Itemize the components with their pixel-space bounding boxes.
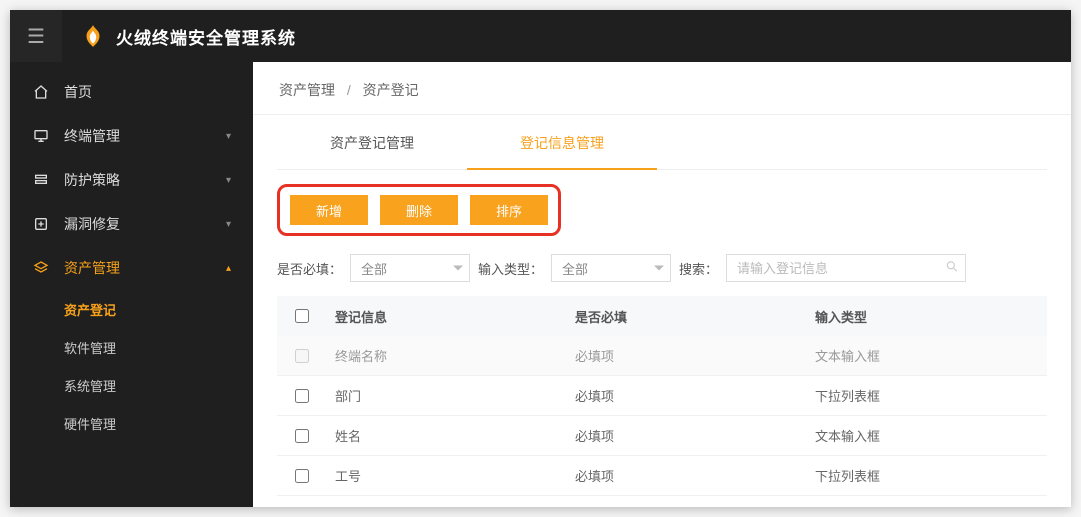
tab-register-info-manage[interactable]: 登记信息管理	[467, 115, 657, 169]
breadcrumb: 资产管理 / 资产登记	[253, 62, 1071, 115]
sidebar-item-patch[interactable]: 漏洞修复 ▾	[10, 202, 253, 246]
cell-info: 姓名	[327, 426, 567, 445]
tab-asset-register-manage[interactable]: 资产登记管理	[277, 115, 467, 169]
breadcrumb-segment: 资产登记	[363, 82, 419, 98]
table-header: 登记信息 是否必填 输入类型	[277, 296, 1047, 336]
sidebar-item-asset[interactable]: 资产管理 ▴	[10, 246, 253, 290]
home-icon	[32, 83, 50, 101]
sidebar-sub-hardware[interactable]: 硬件管理	[10, 404, 253, 442]
select-value: 全部	[361, 259, 387, 278]
table: 登记信息 是否必填 输入类型 终端名称 必填项 文本输入框 部门 必填项	[277, 296, 1047, 496]
filter-required-label: 是否必填：	[277, 259, 342, 278]
table-row: 部门 必填项 下拉列表框	[277, 376, 1047, 416]
tab-label: 登记信息管理	[520, 135, 604, 151]
menu-toggle-button[interactable]: ☰	[10, 10, 62, 62]
cell-required: 必填项	[567, 346, 807, 365]
filter-search-label: 搜索：	[679, 259, 718, 278]
sidebar-sub-software[interactable]: 软件管理	[10, 328, 253, 366]
breadcrumb-segment[interactable]: 资产管理	[279, 82, 335, 98]
sidebar-item-terminal[interactable]: 终端管理 ▾	[10, 114, 253, 158]
sidebar-sub-label: 硬件管理	[64, 414, 116, 433]
hamburger-icon: ☰	[27, 24, 45, 49]
sidebar-item-protection[interactable]: 防护策略 ▾	[10, 158, 253, 202]
sidebar-sub-label: 资产登记	[64, 300, 116, 319]
cell-type: 文本输入框	[807, 426, 1047, 445]
app-window: ☰ 火绒终端安全管理系统 首页	[10, 10, 1071, 507]
cell-info: 部门	[327, 386, 567, 405]
cell-required: 必填项	[567, 466, 807, 485]
cell-info: 终端名称	[327, 346, 567, 365]
cell-required: 必填项	[567, 386, 807, 405]
add-button[interactable]: 新增	[290, 195, 368, 225]
sort-button[interactable]: 排序	[470, 195, 548, 225]
table-row: 终端名称 必填项 文本输入框	[277, 336, 1047, 376]
filter-required-select[interactable]: 全部	[350, 254, 470, 282]
cell-type: 下拉列表框	[807, 466, 1047, 485]
sidebar-sub-label: 软件管理	[64, 338, 116, 357]
app-title: 火绒终端安全管理系统	[116, 24, 296, 49]
row-checkbox[interactable]	[295, 469, 309, 483]
table-row: 姓名 必填项 文本输入框	[277, 416, 1047, 456]
th-type: 输入类型	[807, 307, 1047, 326]
search-input[interactable]	[726, 254, 966, 282]
body: 首页 终端管理 ▾ 防护策略 ▾ 漏洞修复	[10, 62, 1071, 507]
row-checkbox[interactable]	[295, 429, 309, 443]
th-info: 登记信息	[327, 307, 567, 326]
layers-icon	[32, 259, 50, 277]
sidebar-sub-label: 系统管理	[64, 376, 116, 395]
brand: 火绒终端安全管理系统	[62, 23, 296, 49]
select-all-checkbox[interactable]	[295, 309, 309, 323]
table-row: 工号 必填项 下拉列表框	[277, 456, 1047, 496]
breadcrumb-separator: /	[347, 82, 351, 98]
filter-type-select[interactable]: 全部	[551, 254, 671, 282]
content: 资产登记管理 登记信息管理 新增 删除 排序 是否必填： 全部	[253, 115, 1071, 507]
sidebar-item-home[interactable]: 首页	[10, 70, 253, 114]
shield-icon	[32, 171, 50, 189]
search-box	[726, 254, 966, 282]
monitor-icon	[32, 127, 50, 145]
tabs: 资产登记管理 登记信息管理	[277, 115, 1047, 170]
cell-required: 必填项	[567, 426, 807, 445]
chevron-down-icon	[453, 266, 463, 271]
sidebar-item-label: 资产管理	[64, 258, 212, 278]
cell-type: 文本输入框	[807, 346, 1047, 365]
sidebar-item-label: 防护策略	[64, 170, 212, 190]
sidebar-item-label: 终端管理	[64, 126, 212, 146]
sidebar-sub-asset-register[interactable]: 资产登记	[10, 290, 253, 328]
main: 资产管理 / 资产登记 资产登记管理 登记信息管理 新增 删除 排序	[253, 62, 1071, 507]
cell-info: 工号	[327, 466, 567, 485]
chevron-down-icon: ▾	[226, 219, 231, 230]
sidebar-item-label: 首页	[64, 82, 231, 102]
th-required: 是否必填	[567, 307, 807, 326]
select-value: 全部	[562, 259, 588, 278]
sidebar: 首页 终端管理 ▾ 防护策略 ▾ 漏洞修复	[10, 62, 253, 507]
tab-label: 资产登记管理	[330, 135, 414, 151]
action-buttons-highlight: 新增 删除 排序	[277, 184, 561, 236]
sidebar-sub-system[interactable]: 系统管理	[10, 366, 253, 404]
sidebar-item-label: 漏洞修复	[64, 214, 212, 234]
delete-button[interactable]: 删除	[380, 195, 458, 225]
logo-icon	[80, 23, 106, 49]
patch-icon	[32, 215, 50, 233]
chevron-down-icon: ▾	[226, 175, 231, 186]
filter-row: 是否必填： 全部 输入类型： 全部 搜索：	[277, 254, 1047, 282]
chevron-down-icon: ▾	[226, 131, 231, 142]
chevron-up-icon: ▴	[226, 263, 231, 274]
cell-type: 下拉列表框	[807, 386, 1047, 405]
topbar: ☰ 火绒终端安全管理系统	[10, 10, 1071, 62]
row-checkbox	[295, 349, 309, 363]
filter-type-label: 输入类型：	[478, 259, 543, 278]
row-checkbox[interactable]	[295, 389, 309, 403]
chevron-down-icon	[654, 266, 664, 271]
